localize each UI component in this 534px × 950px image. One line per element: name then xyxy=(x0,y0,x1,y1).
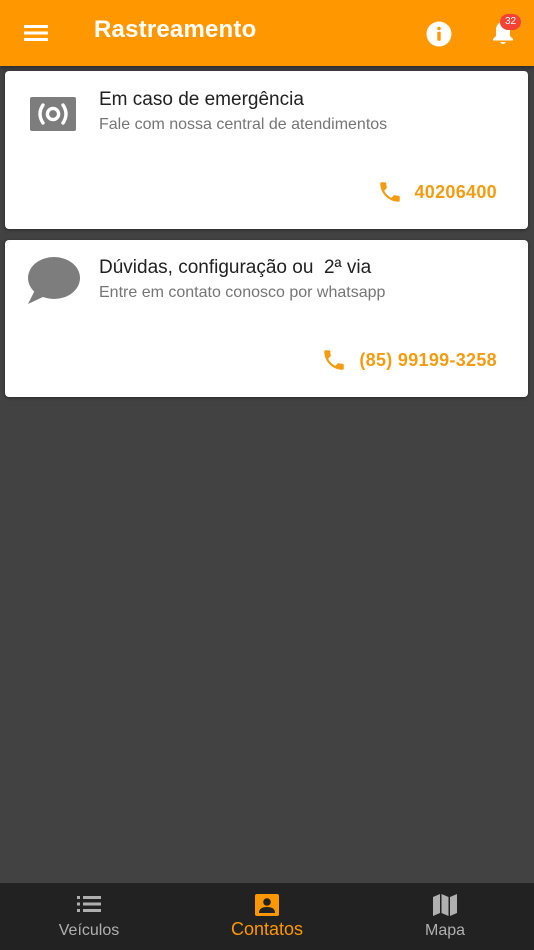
bottom-navigation: Veículos Contatos Mapa xyxy=(0,883,534,950)
list-icon xyxy=(76,893,102,920)
emergency-broadcast-icon xyxy=(30,97,76,136)
whatsapp-phone-link[interactable]: (85) 99199-3258 xyxy=(321,347,497,373)
map-icon xyxy=(432,893,458,922)
whatsapp-contact-card: Dúvidas, configuração ou 2ª via Entre em… xyxy=(5,240,528,397)
info-icon[interactable] xyxy=(426,21,452,47)
phone-icon xyxy=(324,350,345,370)
app-bar: Rastreamento 32 xyxy=(0,0,534,66)
card-title: Em caso de emergência xyxy=(99,89,304,110)
phone-icon xyxy=(379,182,400,202)
page-title: Rastreamento xyxy=(94,16,257,43)
nav-label: Contatos xyxy=(230,919,304,939)
phone-number: 40206400 xyxy=(414,181,497,202)
nav-item-mapa[interactable]: Mapa xyxy=(356,883,534,950)
chat-bubble-icon xyxy=(25,257,81,312)
nav-label: Veículos xyxy=(58,922,120,939)
nav-item-veiculos[interactable]: Veículos xyxy=(0,883,178,950)
contact-card-icon xyxy=(254,893,280,922)
phone-number: (85) 99199-3258 xyxy=(359,349,497,370)
emergency-phone-link[interactable]: 40206400 xyxy=(377,179,498,205)
card-subtitle: Entre em contato conosco por whatsapp xyxy=(99,284,386,301)
notification-count-badge: 32 xyxy=(500,14,521,30)
nav-item-contatos[interactable]: Contatos xyxy=(178,883,356,950)
hamburger-menu-icon[interactable] xyxy=(22,20,50,46)
card-subtitle: Fale com nossa central de atendimentos xyxy=(99,116,388,133)
card-title: Dúvidas, configuração ou 2ª via xyxy=(99,257,372,278)
nav-label: Mapa xyxy=(424,922,466,939)
emergency-contact-card: Em caso de emergência Fale com nossa cen… xyxy=(5,71,528,229)
